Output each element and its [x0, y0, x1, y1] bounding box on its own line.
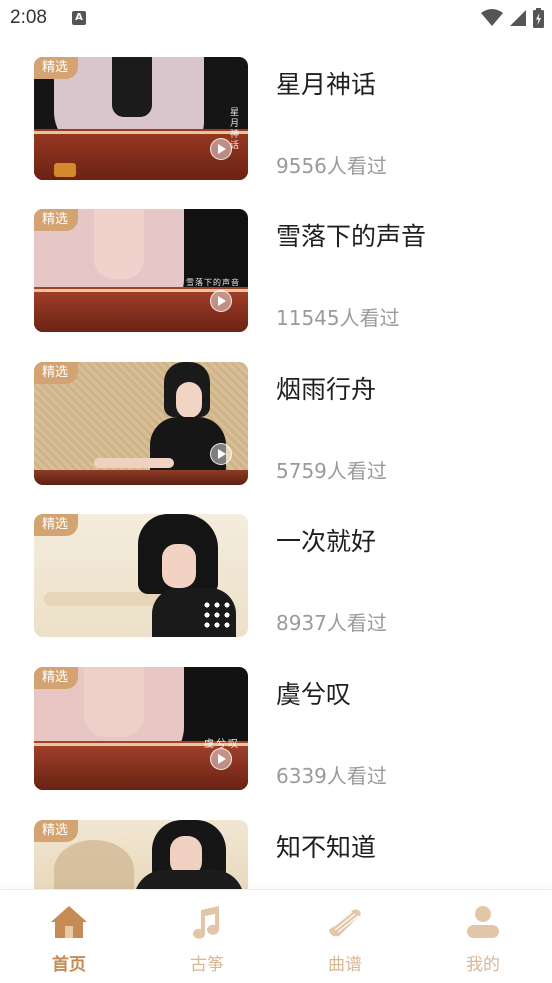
featured-badge: 精选 — [34, 57, 79, 79]
status-icons — [481, 7, 544, 29]
video-title[interactable]: 知不知道 — [276, 828, 376, 864]
featured-badge: 精选 — [34, 667, 79, 689]
status-time: 2:08 — [10, 7, 47, 28]
video-card[interactable]: 精选 一次就好 8937人看过 — [34, 514, 524, 638]
tab-guzheng[interactable]: 古筝 — [138, 890, 276, 983]
guzheng-icon — [329, 909, 361, 937]
home-icon — [51, 906, 87, 938]
video-title[interactable]: 虞兮叹 — [276, 675, 351, 711]
video-card[interactable]: 精选 烟雨行舟 5759人看过 — [34, 362, 524, 486]
video-feed[interactable]: 精选 星月神话 星月神话 9556人看过 精选 雪落下的声音 雪落下的声音 11… — [0, 38, 552, 889]
tab-label: 古筝 — [190, 955, 224, 975]
video-card[interactable]: 精选 雪落下的声音 雪落下的声音 11545人看过 — [34, 209, 524, 333]
video-title[interactable]: 雪落下的声音 — [276, 217, 426, 253]
view-count: 5759人看过 — [276, 459, 387, 483]
tab-label: 首页 — [52, 955, 86, 975]
video-card[interactable]: 精选 星月神话 星月神话 9556人看过 — [34, 57, 524, 181]
bottom-tab-bar: 首页 古筝 曲谱 我的 — [0, 889, 552, 983]
tab-profile[interactable]: 我的 — [414, 890, 552, 983]
video-thumbnail[interactable]: 精选 — [34, 362, 248, 485]
video-thumbnail[interactable]: 精选 星月神话 — [34, 57, 248, 180]
video-title[interactable]: 星月神话 — [276, 65, 376, 101]
featured-badge: 精选 — [34, 514, 79, 536]
video-thumbnail[interactable]: 精选 — [34, 820, 248, 889]
thumbnail-caption: 雪落下的声音 — [186, 278, 240, 287]
wifi-icon — [481, 9, 503, 26]
tab-home[interactable]: 首页 — [0, 890, 138, 983]
view-count: 6339人看过 — [276, 764, 387, 788]
featured-badge: 精选 — [34, 362, 79, 384]
battery-charging-icon — [533, 8, 544, 28]
tab-label: 我的 — [466, 955, 500, 975]
video-card[interactable]: 精选 知不知道 — [34, 820, 524, 889]
play-icon — [210, 138, 232, 160]
view-count: 8937人看过 — [276, 611, 387, 635]
video-title[interactable]: 一次就好 — [276, 522, 376, 558]
play-icon — [210, 443, 232, 465]
video-thumbnail[interactable]: 精选 — [34, 514, 248, 637]
signal-icon — [510, 10, 526, 26]
video-title[interactable]: 烟雨行舟 — [276, 370, 376, 406]
tab-sheet-music[interactable]: 曲谱 — [276, 890, 414, 983]
featured-badge: 精选 — [34, 820, 79, 842]
video-card[interactable]: 精选 虞兮叹 虞兮叹 6339人看过 — [34, 667, 524, 791]
play-icon — [210, 290, 232, 312]
music-note-icon — [193, 906, 219, 939]
featured-badge: 精选 — [34, 209, 79, 231]
person-icon — [467, 906, 499, 938]
video-thumbnail[interactable]: 精选 虞兮叹 — [34, 667, 248, 790]
text-a-icon: A — [72, 11, 86, 25]
status-bar: 2:08 A — [0, 0, 552, 38]
view-count: 11545人看过 — [276, 306, 400, 330]
tab-label: 曲谱 — [328, 955, 362, 975]
view-count: 9556人看过 — [276, 154, 387, 178]
play-icon — [210, 748, 232, 770]
video-thumbnail[interactable]: 精选 雪落下的声音 — [34, 209, 248, 332]
